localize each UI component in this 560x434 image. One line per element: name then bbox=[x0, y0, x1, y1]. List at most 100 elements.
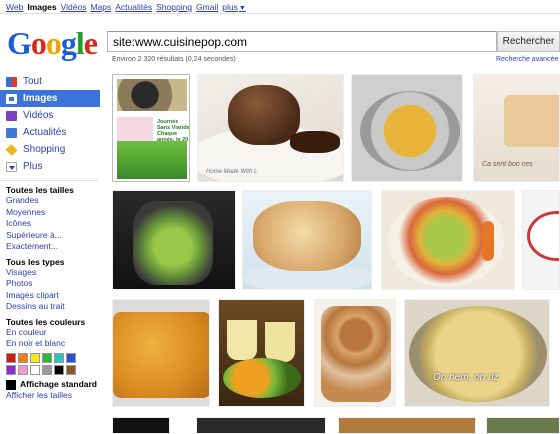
plate-shape bbox=[527, 211, 559, 261]
type-option-clipart[interactable]: Images clipart bbox=[0, 290, 100, 302]
topnav-shopping[interactable]: Shopping bbox=[156, 2, 192, 12]
topnav-web[interactable]: Web bbox=[6, 2, 23, 12]
poster-photo bbox=[117, 79, 187, 111]
sidebar-item-images[interactable]: Images bbox=[0, 90, 100, 107]
search-input[interactable] bbox=[107, 31, 497, 52]
standard-grid-icon bbox=[6, 379, 16, 390]
size-option-moyennes[interactable]: Moyennes bbox=[0, 207, 100, 219]
sidebar-item-plus[interactable]: Plus bbox=[0, 158, 100, 175]
color-swatch[interactable] bbox=[18, 352, 28, 363]
size-option-grandes[interactable]: Grandes bbox=[0, 195, 100, 207]
color-swatch[interactable] bbox=[18, 364, 28, 375]
logo-letter: e bbox=[83, 25, 98, 61]
image-result-thumbnail[interactable]: Journée Sans Viande Chaque année, le 20 … bbox=[112, 74, 190, 182]
poster-green-area bbox=[117, 141, 187, 179]
image-result-thumbnail[interactable] bbox=[381, 190, 515, 290]
cookies-shape bbox=[321, 306, 391, 402]
image-result-thumbnail[interactable] bbox=[196, 417, 326, 434]
topnav-plus[interactable]: plus▼ bbox=[222, 2, 246, 12]
topnav-images[interactable]: Images bbox=[27, 2, 56, 12]
sidebar-item-label: Actualités bbox=[23, 127, 67, 138]
search-button[interactable]: Rechercher bbox=[497, 31, 560, 52]
google-logo[interactable]: Google bbox=[7, 25, 98, 62]
image-result-thumbnail[interactable] bbox=[112, 299, 210, 407]
poster-pink-block bbox=[117, 117, 153, 141]
type-option-photos[interactable]: Photos bbox=[0, 278, 100, 290]
image-result-thumbnail[interactable]: Home Made With L bbox=[197, 74, 344, 182]
fruit-shape bbox=[223, 358, 301, 398]
type-filter-group: Tous les types Visages Photos Images cli… bbox=[0, 257, 100, 313]
cake-shape bbox=[504, 95, 559, 147]
logo-letter: G bbox=[7, 25, 32, 61]
carrot-shape bbox=[482, 221, 494, 261]
result-stats: Environ 2 320 résultats (0,24 secondes) bbox=[112, 56, 236, 63]
tray-shape bbox=[409, 306, 547, 402]
image-result-thumbnail[interactable] bbox=[112, 190, 236, 290]
color-swatch[interactable] bbox=[30, 364, 40, 375]
left-sidebar: Tout Images Vidéos Actualités Shopping P… bbox=[0, 73, 100, 401]
image-result-thumbnail[interactable] bbox=[314, 299, 396, 407]
videos-icon bbox=[6, 110, 17, 121]
topnav-plus-label: plus bbox=[222, 2, 238, 12]
sidebar-item-shopping[interactable]: Shopping bbox=[0, 141, 100, 158]
color-filter-heading: Toutes les couleurs bbox=[6, 316, 86, 327]
image-result-thumbnail[interactable] bbox=[486, 417, 560, 434]
chevron-down-icon: ▼ bbox=[238, 5, 246, 12]
shopping-tag-icon bbox=[5, 143, 18, 156]
image-result-thumbnail[interactable] bbox=[112, 417, 170, 434]
color-swatch[interactable] bbox=[66, 352, 76, 363]
type-option-dessins[interactable]: Dessins au trait bbox=[0, 301, 100, 313]
topnav-actualites[interactable]: Actualités bbox=[115, 2, 152, 12]
image-watermark: Home Made With L bbox=[206, 169, 258, 175]
sidebar-item-tout[interactable]: Tout bbox=[0, 73, 100, 90]
sidebar-item-label: Shopping bbox=[23, 144, 66, 155]
type-option-visages[interactable]: Visages bbox=[0, 267, 100, 279]
image-result-thumbnail[interactable]: Ca sent bon ces bbox=[473, 74, 560, 182]
size-option-icones[interactable]: Icônes bbox=[0, 218, 100, 230]
bowl-shape bbox=[360, 91, 460, 171]
color-swatch[interactable] bbox=[6, 352, 16, 363]
color-swatch[interactable] bbox=[30, 352, 40, 363]
color-swatch[interactable] bbox=[42, 364, 52, 375]
color-swatch[interactable] bbox=[42, 352, 52, 363]
image-result-thumbnail[interactable]: On nem, on riz bbox=[404, 299, 550, 407]
glass-shape bbox=[265, 322, 295, 362]
logo-letter: o bbox=[30, 25, 47, 61]
color-swatch[interactable] bbox=[6, 364, 16, 375]
sidebar-divider bbox=[0, 180, 98, 181]
jar-shape bbox=[133, 201, 213, 285]
topnav-maps[interactable]: Maps bbox=[90, 2, 111, 12]
image-watermark: Ca sent bon ces bbox=[482, 161, 533, 168]
sidebar-item-actualites[interactable]: Actualités bbox=[0, 124, 100, 141]
display-standard-label: Affichage standard bbox=[20, 378, 97, 389]
image-result-thumbnail[interactable] bbox=[351, 74, 463, 182]
color-option-en-couleur[interactable]: En couleur bbox=[0, 327, 100, 339]
image-result-thumbnail[interactable] bbox=[338, 417, 476, 434]
color-option-noir-blanc[interactable]: En noir et blanc bbox=[0, 338, 100, 350]
more-dropdown-icon bbox=[6, 161, 17, 172]
color-swatch-grid bbox=[0, 352, 76, 375]
top-navigation-bar: Web Images Vidéos Maps Actualités Shoppi… bbox=[0, 0, 560, 14]
topnav-gmail[interactable]: Gmail bbox=[196, 2, 218, 12]
glass-shape bbox=[227, 320, 257, 360]
topnav-videos[interactable]: Vidéos bbox=[61, 2, 87, 12]
color-swatch[interactable] bbox=[54, 352, 64, 363]
sidebar-item-label: Vidéos bbox=[23, 110, 54, 121]
color-swatch[interactable] bbox=[66, 364, 76, 375]
crumble-shape bbox=[253, 201, 361, 271]
cake-shape bbox=[113, 312, 209, 398]
image-result-thumbnail[interactable] bbox=[522, 190, 560, 290]
images-icon bbox=[6, 93, 17, 104]
color-filter-group: Toutes les couleurs En couleur En noir e… bbox=[0, 317, 100, 375]
image-result-thumbnail[interactable] bbox=[218, 299, 305, 407]
advanced-search-link[interactable]: Recherche avancée bbox=[496, 56, 558, 63]
show-sizes-link[interactable]: Afficher les tailles bbox=[0, 390, 100, 402]
display-standard-option[interactable]: Affichage standard bbox=[0, 379, 100, 390]
size-option-exactement[interactable]: Exactement... bbox=[0, 241, 100, 253]
sidebar-item-videos[interactable]: Vidéos bbox=[0, 107, 100, 124]
size-filter-group: Toutes les tailles Grandes Moyennes Icôn… bbox=[0, 185, 100, 253]
everything-icon bbox=[6, 76, 17, 87]
image-result-thumbnail[interactable] bbox=[242, 190, 372, 290]
size-option-superieure[interactable]: Supérieure à... bbox=[0, 230, 100, 242]
color-swatch[interactable] bbox=[54, 364, 64, 375]
